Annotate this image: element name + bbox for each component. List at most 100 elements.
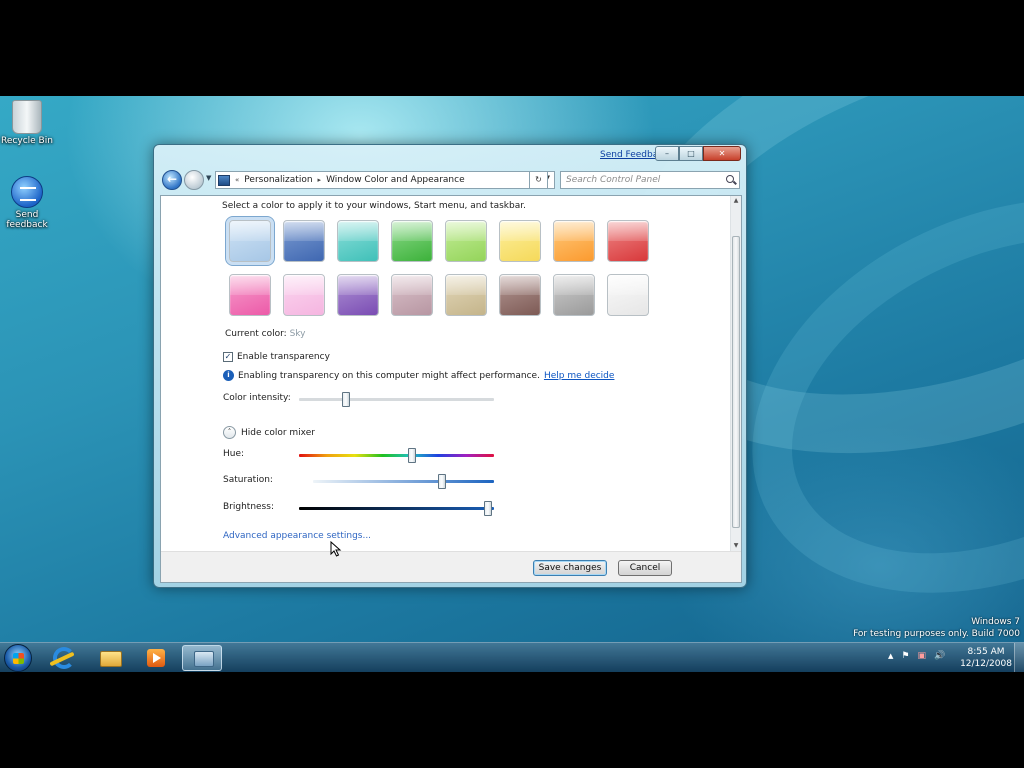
- advanced-appearance-settings-link[interactable]: Advanced appearance settings...: [223, 531, 371, 541]
- recent-pages-icon[interactable]: ▼: [206, 174, 211, 182]
- forward-button[interactable]: [184, 170, 204, 190]
- color-swatch[interactable]: [445, 274, 487, 316]
- instruction-text: Select a color to apply it to your windo…: [222, 201, 526, 211]
- saturation-row: Saturation:: [223, 474, 498, 489]
- breadcrumb-overflow[interactable]: «: [235, 176, 239, 184]
- desktop-icon-label: Send feedback: [6, 210, 48, 230]
- brightness-row: Brightness:: [223, 501, 498, 516]
- taskbar-control-panel[interactable]: [182, 645, 222, 671]
- color-swatch[interactable]: [283, 274, 325, 316]
- control-panel-icon: [218, 174, 230, 186]
- color-swatch[interactable]: [607, 274, 649, 316]
- taskbar-windows-explorer[interactable]: [91, 645, 131, 671]
- scrollbar-thumb[interactable]: [732, 236, 740, 528]
- brightness-thumb[interactable]: [484, 501, 493, 516]
- clock-date: 12/12/2008: [960, 659, 1012, 669]
- search-input[interactable]: Search Control Panel: [560, 171, 740, 189]
- hide-color-mixer-label[interactable]: Hide color mixer: [241, 428, 315, 438]
- transparency-info: i Enabling transparency on this computer…: [223, 370, 614, 381]
- taskbar-media-player[interactable]: [135, 645, 175, 671]
- color-swatch[interactable]: [225, 216, 275, 266]
- color-swatch[interactable]: [391, 220, 433, 262]
- watermark-line2: For testing purposes only. Build 7000: [853, 629, 1020, 639]
- hide-color-mixer-toggle[interactable]: ˄ Hide color mixer: [223, 426, 315, 439]
- watermark-line1: Windows 7: [971, 617, 1020, 627]
- window-controls: – □ ✕: [655, 146, 741, 161]
- hue-label: Hue:: [223, 449, 245, 459]
- volume-icon[interactable]: 🔊: [934, 651, 945, 661]
- refresh-button[interactable]: ↻: [529, 171, 548, 189]
- current-color-label: Current color:: [225, 329, 287, 339]
- enable-transparency-label[interactable]: Enable transparency: [237, 352, 330, 362]
- control-panel-icon: [194, 651, 214, 667]
- content-pane: ▲ ▼ Select a color to apply it to your w…: [160, 195, 742, 583]
- color-swatch[interactable]: [283, 220, 325, 262]
- show-hidden-icons-icon[interactable]: ▲: [888, 652, 893, 660]
- color-swatch[interactable]: [337, 220, 379, 262]
- hue-track[interactable]: [299, 454, 494, 457]
- color-swatch[interactable]: [229, 274, 271, 316]
- desktop-icon-recycle-bin[interactable]: Recycle Bin: [0, 100, 57, 146]
- taskbar-internet-explorer[interactable]: [44, 645, 84, 671]
- letterbox-top: [0, 0, 1024, 96]
- scroll-down-icon[interactable]: ▼: [731, 541, 741, 551]
- desktop-icon-label: Recycle Bin: [1, 136, 53, 146]
- color-swatch[interactable]: [445, 220, 487, 262]
- media-player-icon: [147, 649, 165, 667]
- saturation-track[interactable]: [313, 480, 494, 483]
- save-changes-button[interactable]: Save changes: [533, 560, 607, 576]
- action-center-flag-icon[interactable]: ⚑: [901, 651, 909, 661]
- saturation-label: Saturation:: [223, 475, 273, 485]
- hue-row: Hue:: [223, 448, 498, 463]
- color-intensity-thumb[interactable]: [341, 392, 350, 407]
- color-swatch[interactable]: [337, 274, 379, 316]
- color-swatch[interactable]: [553, 274, 595, 316]
- network-icon[interactable]: ▣: [917, 651, 926, 661]
- close-button[interactable]: ✕: [703, 146, 741, 161]
- color-swatch[interactable]: [553, 220, 595, 262]
- show-desktop-button[interactable]: [1014, 643, 1024, 673]
- desktop-icon-send-feedback[interactable]: Send feedback: [0, 176, 57, 230]
- navigation-bar: ← ▼ « Personalization ▸ Window Color and…: [160, 169, 742, 191]
- minimize-button[interactable]: –: [655, 146, 679, 161]
- dialog-footer: Save changes Cancel: [161, 551, 741, 582]
- breadcrumb-window-color[interactable]: Window Color and Appearance: [326, 175, 465, 185]
- back-button[interactable]: ←: [162, 170, 182, 190]
- scroll-up-icon[interactable]: ▲: [731, 196, 741, 206]
- saturation-thumb[interactable]: [437, 474, 446, 489]
- address-bar[interactable]: « Personalization ▸ Window Color and App…: [215, 171, 555, 189]
- color-swatch[interactable]: [391, 274, 433, 316]
- folder-icon: [100, 651, 122, 667]
- clock-time: 8:55 AM: [967, 647, 1005, 657]
- cancel-button[interactable]: Cancel: [618, 560, 672, 576]
- clock[interactable]: 8:55 AM 12/12/2008: [960, 646, 1012, 670]
- start-button[interactable]: [4, 644, 32, 672]
- mouse-cursor-icon: [330, 540, 342, 560]
- search-icon[interactable]: [726, 175, 734, 183]
- chevron-up-icon[interactable]: ˄: [223, 426, 236, 439]
- build-watermark: Windows 7 For testing purposes only. Bui…: [853, 616, 1020, 640]
- vertical-scrollbar[interactable]: ▲ ▼: [730, 196, 741, 551]
- feedback-icon: [11, 176, 43, 208]
- window-color-appearance-window: Send Feedback – □ ✕ ← ▼ « Personalizatio…: [153, 144, 747, 588]
- brightness-label: Brightness:: [223, 502, 274, 512]
- breadcrumb-separator-icon[interactable]: ▸: [318, 176, 322, 184]
- breadcrumb-personalization[interactable]: Personalization: [244, 175, 312, 185]
- color-intensity-label: Color intensity:: [223, 393, 291, 403]
- maximize-button[interactable]: □: [679, 146, 703, 161]
- enable-transparency-checkbox[interactable]: ✓: [223, 352, 233, 362]
- current-color-value: Sky: [289, 329, 306, 339]
- color-intensity-track[interactable]: [299, 398, 494, 401]
- hue-thumb[interactable]: [408, 448, 417, 463]
- internet-explorer-icon: [53, 647, 75, 669]
- color-swatch[interactable]: [499, 220, 541, 262]
- color-intensity-row: Color intensity:: [223, 392, 498, 407]
- info-text: Enabling transparency on this computer m…: [238, 370, 540, 381]
- color-swatch[interactable]: [607, 220, 649, 262]
- search-placeholder: Search Control Panel: [566, 175, 661, 185]
- taskbar: ▲ ⚑ ▣ 🔊 8:55 AM 12/12/2008: [0, 642, 1024, 673]
- color-swatch[interactable]: [499, 274, 541, 316]
- enable-transparency-row[interactable]: ✓ Enable transparency: [223, 352, 330, 362]
- brightness-track[interactable]: [299, 507, 494, 510]
- help-me-decide-link[interactable]: Help me decide: [544, 371, 615, 381]
